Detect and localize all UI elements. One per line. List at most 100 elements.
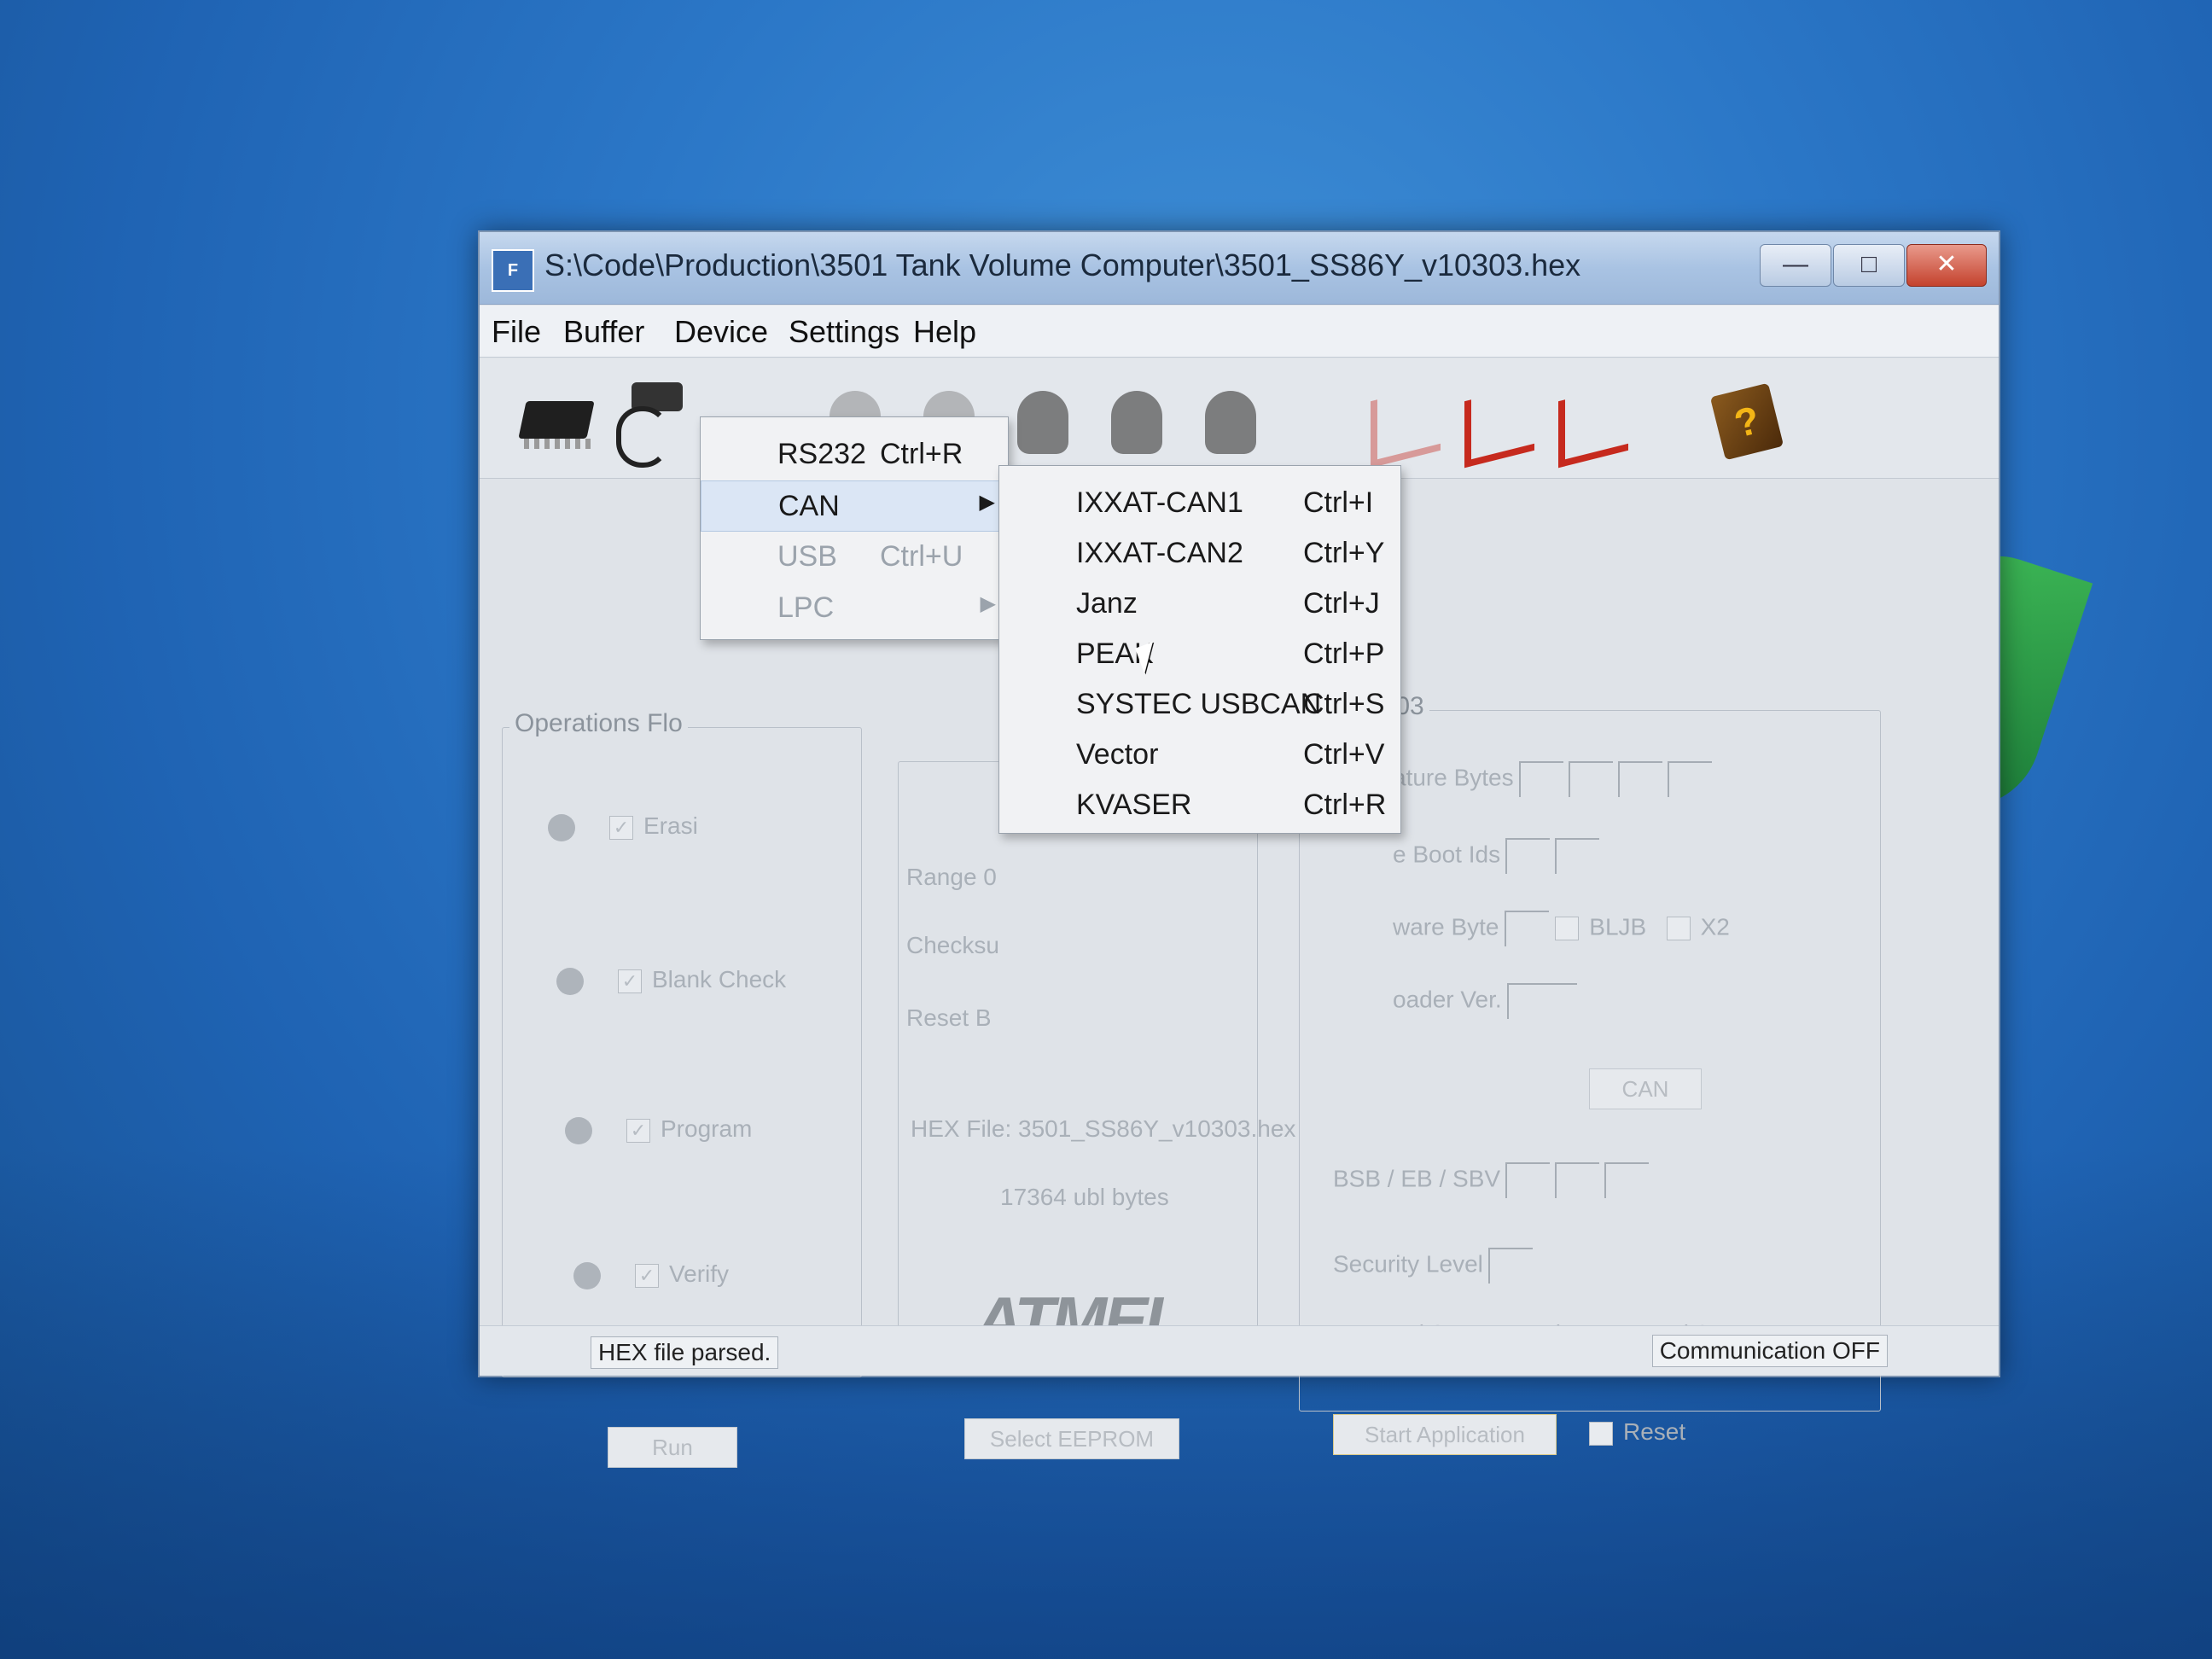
submenu-item-shortcut: Ctrl+J <box>1303 587 1380 620</box>
program-status-led <box>565 1116 592 1144</box>
blj-label: BLJB <box>1589 913 1647 940</box>
menu-item-label: CAN <box>778 490 840 522</box>
menu-device[interactable]: Device <box>674 314 768 350</box>
submenu-item-shortcut: Ctrl+S <box>1303 688 1385 720</box>
verify-checkbox[interactable]: ✓ <box>635 1263 659 1288</box>
submenu-item-shortcut: Ctrl+P <box>1303 637 1385 670</box>
menu-item-label: USB <box>777 540 837 573</box>
erase-row: ✓ Erasi <box>548 812 698 841</box>
menu-settings[interactable]: Settings <box>789 314 899 350</box>
run-button[interactable]: Run <box>608 1427 737 1468</box>
submenu-item-shortcut: Ctrl+Y <box>1303 537 1385 569</box>
submenu-item-label: SYSTEC USBCAN <box>1076 688 1322 720</box>
verify-label: Verify <box>669 1260 730 1287</box>
erase-label: Erasi <box>643 812 698 839</box>
hand-3-icon[interactable] <box>1000 375 1086 461</box>
reset-option: Reset <box>1589 1418 1685 1446</box>
red-tool-2-icon[interactable] <box>1452 375 1538 469</box>
x2-label: X2 <box>1700 913 1730 940</box>
hand-4-icon[interactable] <box>1094 375 1179 461</box>
boot-ids-label: e Boot Ids <box>1393 841 1501 868</box>
submenu-item-systec-usbcan[interactable]: SYSTEC USBCAN Ctrl+S <box>999 679 1400 729</box>
can-connect-button[interactable]: CAN <box>1589 1068 1702 1109</box>
submenu-item-shortcut: Ctrl+I <box>1303 486 1374 519</box>
can-submenu: IXXAT-CAN1 Ctrl+I IXXAT-CAN2 Ctrl+Y Janz… <box>998 465 1401 834</box>
submenu-item-label: Vector <box>1076 738 1159 771</box>
menu-buffer[interactable]: Buffer <box>563 314 644 350</box>
verify-status-led <box>573 1261 601 1289</box>
usb-cable-icon[interactable] <box>608 375 693 468</box>
reset-label: Reset <box>1623 1418 1686 1445</box>
signature-bytes-label: ature Bytes <box>1393 764 1514 791</box>
submenu-item-shortcut: Ctrl+V <box>1303 738 1385 771</box>
range-label: Range 0 <box>906 864 997 890</box>
submenu-item-vector[interactable]: Vector Ctrl+V <box>999 730 1400 779</box>
security-level-row: Security Level <box>1333 1248 1533 1284</box>
program-label: Program <box>661 1115 753 1142</box>
operations-legend: Operations Flo <box>509 709 688 738</box>
start-application-button[interactable]: Start Application <box>1333 1414 1557 1455</box>
submenu-item-ixxat-can2[interactable]: IXXAT-CAN2 Ctrl+Y <box>999 528 1400 578</box>
menu-file[interactable]: File <box>492 314 541 350</box>
loader-ver-row: oader Ver. <box>1393 983 1577 1019</box>
x2-checkbox[interactable] <box>1666 917 1691 940</box>
menu-item-shortcut: Ctrl+R <box>880 438 963 470</box>
submenu-item-peak[interactable]: PEAK Ctrl+P <box>999 629 1400 678</box>
status-message: HEX file parsed. <box>591 1336 779 1369</box>
submenu-item-label: Janz <box>1076 587 1138 620</box>
boot-ids-row: e Boot Ids <box>1393 838 1600 874</box>
submenu-item-kvaser[interactable]: KVASER Ctrl+R <box>999 780 1400 830</box>
hand-5-icon[interactable] <box>1188 375 1273 461</box>
minimize-button[interactable]: — <box>1760 244 1831 287</box>
menu-item-usb[interactable]: USB Ctrl+U <box>701 532 1008 581</box>
chip-icon[interactable] <box>514 375 599 461</box>
checksum-label: Checksu <box>906 932 999 958</box>
bytes-label: 17364 ubl bytes <box>1000 1184 1169 1210</box>
verify-row: ✓ Verify <box>573 1260 729 1289</box>
menu-bar: File Buffer Device Settings Help <box>480 306 1999 358</box>
menu-item-lpc[interactable]: LPC ▶ <box>701 583 1008 632</box>
blank-check-label: Blank Check <box>652 966 787 992</box>
menu-help[interactable]: Help <box>913 314 976 350</box>
communication-menu: RS232 Ctrl+R CAN ▶ USB Ctrl+U LPC ▶ <box>700 416 1009 640</box>
loader-ver-label: oader Ver. <box>1393 986 1502 1013</box>
signature-bytes-row: ature Bytes <box>1393 761 1712 797</box>
submenu-item-shortcut: Ctrl+R <box>1303 789 1387 821</box>
program-row: ✓ Program <box>565 1115 752 1144</box>
menu-item-shortcut: Ctrl+U <box>880 540 963 573</box>
hex-file-label: HEX File: 3501_SS86Y_v10303.hex <box>911 1115 1296 1142</box>
hardware-byte-label: ware Byte <box>1393 913 1499 940</box>
blank-check-row: ✓ Blank Check <box>556 966 786 995</box>
submenu-item-janz[interactable]: Janz Ctrl+J <box>999 579 1400 628</box>
title-bar[interactable]: F S:\Code\Production\3501 Tank Volume Co… <box>480 232 1999 305</box>
red-tool-3-icon[interactable] <box>1546 375 1632 469</box>
reset-checkbox[interactable] <box>1589 1421 1613 1446</box>
app-icon[interactable]: F <box>492 249 534 292</box>
erase-status-led <box>548 813 575 841</box>
select-eeprom-button[interactable]: Select EEPROM <box>964 1418 1179 1459</box>
submenu-item-label: KVASER <box>1076 789 1192 821</box>
menu-item-label: LPC <box>777 591 835 624</box>
menu-item-can[interactable]: CAN ▶ <box>701 480 1008 532</box>
submenu-item-label: IXXAT-CAN1 <box>1076 486 1243 519</box>
submenu-item-ixxat-can1[interactable]: IXXAT-CAN1 Ctrl+I <box>999 478 1400 527</box>
red-tool-1-icon[interactable] <box>1359 375 1444 469</box>
bsb-label: BSB / EB / SBV <box>1333 1165 1501 1192</box>
help-book-icon[interactable]: ? <box>1700 375 1785 461</box>
blank-check-status-led <box>556 967 584 995</box>
blank-check-checkbox[interactable]: ✓ <box>618 969 642 993</box>
hardware-byte-row: ware Byte BLJB X2 <box>1393 911 1730 946</box>
bsb-row: BSB / EB / SBV <box>1333 1162 1650 1198</box>
communication-status: Communication OFF <box>1651 1335 1888 1367</box>
reset-label: Reset B <box>906 1004 992 1031</box>
close-button[interactable]: ✕ <box>1906 244 1987 287</box>
erase-checkbox[interactable]: ✓ <box>609 815 633 840</box>
submenu-arrow-icon: ▶ <box>979 491 995 514</box>
submenu-arrow-icon: ▶ <box>980 592 996 615</box>
status-bar: HEX file parsed. Communication OFF <box>480 1325 1999 1376</box>
maximize-button[interactable]: □ <box>1833 244 1905 287</box>
buffer-panel <box>898 761 1258 1360</box>
blj-checkbox[interactable] <box>1555 917 1580 940</box>
program-checkbox[interactable]: ✓ <box>626 1118 650 1143</box>
menu-item-rs232[interactable]: RS232 Ctrl+R <box>701 429 1008 479</box>
